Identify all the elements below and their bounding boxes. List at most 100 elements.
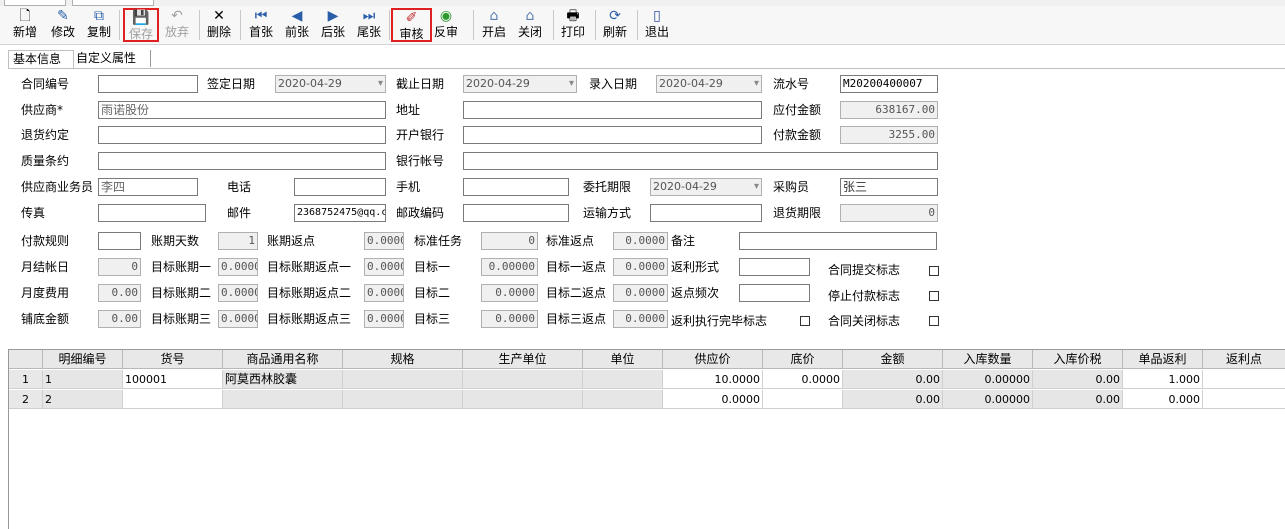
remark-input[interactable]	[739, 232, 937, 250]
row-header[interactable]: 1	[9, 370, 43, 389]
mobile-input[interactable]	[463, 178, 569, 196]
print-button[interactable]: 🖶 打印	[556, 8, 590, 42]
close-button[interactable]: ⌂ 关闭	[513, 8, 547, 42]
last-record-button[interactable]: ⏭ 尾张	[352, 8, 386, 42]
grid-corner[interactable]	[9, 350, 43, 369]
target-period1-field[interactable]: 0.0000	[218, 258, 258, 276]
contract-submit-checkbox[interactable]	[929, 266, 939, 276]
end-date-picker[interactable]: 2020-04-29	[463, 75, 577, 93]
table-cell[interactable]: 0.00	[843, 370, 943, 389]
col-header-detail-no[interactable]: 明细编号	[43, 350, 123, 369]
target1-field[interactable]: 0.00000	[481, 258, 538, 276]
delete-button[interactable]: ✕ 删除	[202, 8, 236, 42]
quality-terms-input[interactable]	[98, 152, 386, 170]
col-header-unit[interactable]: 单位	[583, 350, 663, 369]
first-record-button[interactable]: ⏮ 首张	[244, 8, 278, 42]
new-button[interactable]: 🗋 新增	[8, 8, 42, 42]
target2-rebate-field[interactable]: 0.0000	[613, 284, 668, 302]
col-header-product-name[interactable]: 商品通用名称	[223, 350, 343, 369]
refresh-button[interactable]: ⟳ 刷新	[598, 8, 632, 42]
target-period-rebate1-field[interactable]: 0.0000	[364, 258, 404, 276]
target-period3-field[interactable]: 0.0000	[218, 310, 258, 328]
table-cell[interactable]: 0.00000	[943, 390, 1033, 409]
edit-button[interactable]: ✎ 修改	[46, 8, 80, 42]
target3-rebate-field[interactable]: 0.0000	[613, 310, 668, 328]
serial-no-input[interactable]: M20200400007	[840, 75, 938, 93]
return-terms-input[interactable]	[98, 126, 386, 144]
prev-record-button[interactable]: ◀ 前张	[280, 8, 314, 42]
credit-days-field[interactable]: 1	[218, 232, 258, 250]
table-cell[interactable]: 0.0000	[663, 390, 763, 409]
table-cell[interactable]: 100001	[123, 370, 223, 389]
table-cell[interactable]: 10.0000	[663, 370, 763, 389]
table-cell[interactable]: 阿莫西林胶囊	[223, 370, 343, 389]
pay-rule-input[interactable]	[98, 232, 141, 250]
table-cell[interactable]: 0.00000	[943, 370, 1033, 389]
unapprove-button[interactable]: ◉ 反审	[432, 8, 460, 42]
phone-input[interactable]	[294, 178, 386, 196]
rebate-freq-input[interactable]	[739, 284, 810, 302]
col-header-item-rebate[interactable]: 单品返利	[1123, 350, 1203, 369]
bank-account-input[interactable]	[463, 152, 938, 170]
row-header[interactable]: 2	[9, 390, 43, 409]
col-header-base-price[interactable]: 底价	[763, 350, 843, 369]
col-header-manufacturer[interactable]: 生产单位	[463, 350, 583, 369]
table-cell[interactable]: 0.00	[1033, 370, 1123, 389]
exit-button[interactable]: ▯ 退出	[640, 8, 674, 42]
table-cell[interactable]: 0.0000	[763, 370, 843, 389]
monthly-fee-field[interactable]: 0.00	[98, 284, 141, 302]
table-cell[interactable]: 2	[43, 390, 123, 409]
supplier-input[interactable]: 雨诺股份	[98, 101, 386, 119]
target3-field[interactable]: 0.0000	[481, 310, 538, 328]
col-header-item-no[interactable]: 货号	[123, 350, 223, 369]
table-cell[interactable]	[763, 390, 843, 409]
tab-basic-info[interactable]: 基本信息	[8, 50, 74, 69]
table-cell[interactable]	[223, 390, 343, 409]
table-cell[interactable]	[463, 370, 583, 389]
rebate-form-input[interactable]	[739, 258, 810, 276]
table-cell[interactable]: 0.00	[843, 390, 943, 409]
copy-button[interactable]: ⧉ 复制	[82, 8, 116, 42]
postcode-input[interactable]	[463, 204, 569, 222]
col-header-in-tax-price[interactable]: 入库价税	[1033, 350, 1123, 369]
rebate-done-checkbox[interactable]	[800, 316, 810, 326]
email-input[interactable]: 2368752475@qq.c	[294, 204, 386, 222]
open-button[interactable]: ⌂ 开启	[477, 8, 511, 42]
table-cell[interactable]	[1203, 370, 1285, 389]
table-cell[interactable]: 0.000	[1123, 390, 1203, 409]
std-rebate-field[interactable]: 0.0000	[613, 232, 668, 250]
stop-pay-checkbox[interactable]	[929, 291, 939, 301]
col-header-amount[interactable]: 金额	[843, 350, 943, 369]
target2-field[interactable]: 0.0000	[481, 284, 538, 302]
col-header-rebate-point[interactable]: 返利点	[1203, 350, 1285, 369]
table-cell[interactable]	[343, 370, 463, 389]
sign-date-picker[interactable]: 2020-04-29	[275, 75, 386, 93]
target-period-rebate3-field[interactable]: 0.0000	[364, 310, 404, 328]
table-cell[interactable]: 1	[43, 370, 123, 389]
table-cell[interactable]: 0.00	[1033, 390, 1123, 409]
next-record-button[interactable]: ▶ 后张	[316, 8, 350, 42]
table-cell[interactable]	[463, 390, 583, 409]
approve-button[interactable]: ✐ 审核	[391, 8, 432, 42]
table-cell[interactable]	[123, 390, 223, 409]
entry-date-picker[interactable]: 2020-04-29	[656, 75, 762, 93]
table-cell[interactable]	[583, 370, 663, 389]
address-input[interactable]	[463, 101, 762, 119]
base-amount-field[interactable]: 0.00	[98, 310, 141, 328]
target-period2-field[interactable]: 0.0000	[218, 284, 258, 302]
bank-input[interactable]	[463, 126, 762, 144]
col-header-supply-price[interactable]: 供应价	[663, 350, 763, 369]
shipping-input[interactable]	[650, 204, 762, 222]
discard-button[interactable]: ↶ 放弃	[160, 8, 194, 42]
col-header-in-qty[interactable]: 入库数量	[943, 350, 1033, 369]
entrust-date-picker[interactable]: 2020-04-29	[650, 178, 762, 196]
fax-input[interactable]	[98, 204, 206, 222]
buyer-input[interactable]: 张三	[840, 178, 938, 196]
table-cell[interactable]	[343, 390, 463, 409]
sales-rep-input[interactable]: 李四	[98, 178, 198, 196]
target1-rebate-field[interactable]: 0.0000	[613, 258, 668, 276]
table-cell[interactable]: 1.000	[1123, 370, 1203, 389]
month-day-field[interactable]: 0	[98, 258, 141, 276]
credit-rebate-field[interactable]: 0.0000	[364, 232, 404, 250]
tab-custom-attrs[interactable]: 自定义属性	[72, 50, 151, 67]
